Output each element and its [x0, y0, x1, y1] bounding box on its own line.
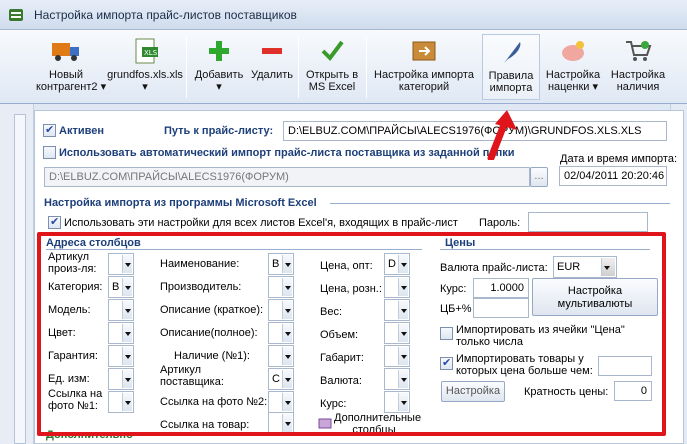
divider: [330, 203, 670, 204]
path-label: Путь к прайс-листу:: [164, 125, 274, 137]
svg-text:XLS: XLS: [144, 49, 158, 57]
truck-icon: [52, 43, 79, 61]
price-path-input[interactable]: D:\ELBUZ.COM\ПРАЙСЫ\ALECS1976(ФОРУМ)\GRU…: [283, 121, 667, 141]
price-file-button[interactable]: XLS grundfos.xls.xls ▾: [100, 34, 190, 100]
left-panel: [0, 104, 34, 444]
delete-button[interactable]: Удалить: [248, 34, 296, 100]
active-checkbox[interactable]: [43, 123, 56, 137]
markup-settings-button[interactable]: Настройка наценки ▾: [542, 34, 604, 100]
piggy-bank-icon: [562, 41, 584, 61]
browse-button[interactable]: ...: [530, 167, 548, 187]
window-title: Настройка импорта прайс-листов поставщик…: [34, 8, 297, 22]
xls-file-icon: XLS: [135, 38, 158, 64]
red-arrow-annotation: [487, 110, 517, 160]
availability-settings-button[interactable]: Настройка наличия: [606, 34, 670, 100]
feather-pen-icon: [504, 42, 521, 63]
title-bar: Настройка импорта прайс-листов поставщик…: [0, 0, 687, 30]
active-label: Активен: [59, 125, 104, 137]
use-all-sheets-label: Использовать эти настройки для всех лист…: [64, 217, 458, 229]
category-import-settings-button[interactable]: Настройка импорта категорий: [368, 34, 480, 100]
highlight-box: [37, 232, 666, 436]
excel-settings-header: Настройка импорта из программы Microsoft…: [44, 197, 317, 209]
plus-icon: [209, 41, 229, 61]
checkmark-icon: [321, 40, 344, 62]
import-datetime-input[interactable]: 02/04/2011 20:20:46: [559, 166, 667, 186]
import-box-icon: [412, 41, 436, 61]
auto-import-path-input[interactable]: D:\ELBUZ.COM\ПРАЙСЫ\ALECS1976(ФОРУМ): [44, 167, 530, 187]
password-label: Пароль:: [479, 217, 521, 229]
auto-import-label: Использовать автоматический импорт прайс…: [59, 147, 515, 159]
datetime-label: Дата и время импорта:: [560, 153, 678, 165]
password-input[interactable]: [528, 212, 648, 232]
open-in-excel-button[interactable]: Открыть в MS Excel: [300, 34, 364, 100]
shopping-cart-icon: [626, 41, 652, 61]
app-icon: [9, 9, 23, 21]
new-contractor-button[interactable]: Новый контрагент2 ▾: [36, 34, 106, 100]
auto-import-checkbox[interactable]: [43, 146, 56, 159]
use-all-sheets-checkbox[interactable]: [48, 215, 61, 229]
minus-icon: [262, 48, 282, 54]
import-rules-button[interactable]: Правила импорта: [482, 34, 540, 100]
toolbar: Новый контрагент2 ▾ XLS grundfos.xls.xls…: [0, 30, 687, 104]
add-button[interactable]: Добавить ▾: [190, 34, 248, 100]
